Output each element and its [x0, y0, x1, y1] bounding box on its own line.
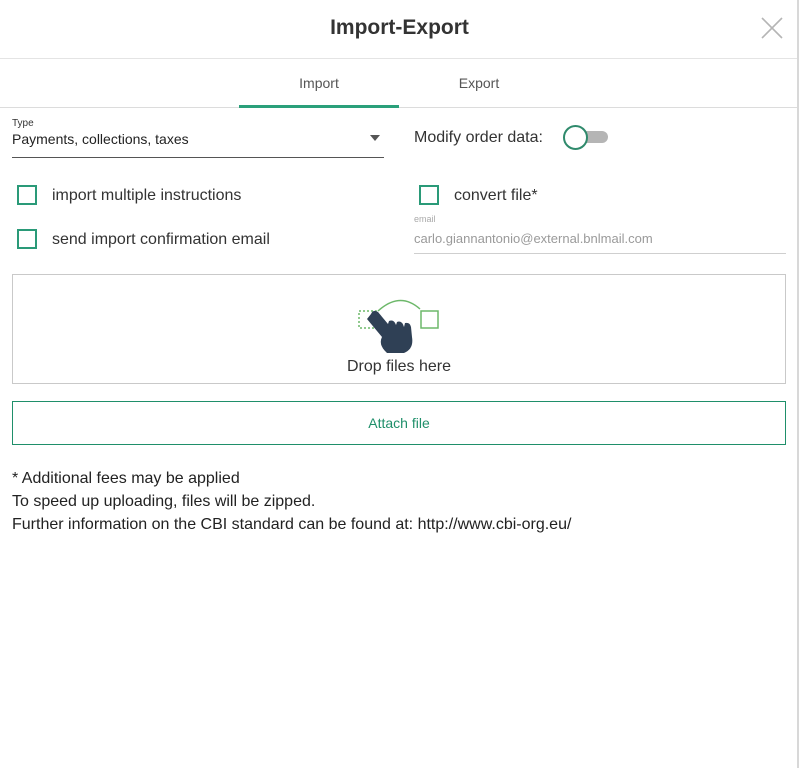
notes: * Additional fees may be applied To spee…	[12, 467, 571, 536]
tab-bar: Import Export	[0, 60, 799, 108]
convert-file-label: convert file*	[454, 187, 538, 204]
send-confirmation-checkbox[interactable]	[17, 229, 37, 249]
note-cbi: Further information on the CBI standard …	[12, 516, 572, 533]
tab-export[interactable]: Export	[399, 60, 559, 108]
chevron-down-icon	[370, 135, 380, 141]
dialog-title: Import-Export	[330, 16, 469, 39]
import-multiple-checkbox[interactable]	[17, 185, 37, 205]
import-multiple-checkbox-row[interactable]: import multiple instructions	[17, 185, 277, 207]
email-label: email	[414, 214, 436, 224]
note-zip: To speed up uploading, files will be zip…	[12, 493, 316, 510]
dialog-header: Import-Export	[0, 0, 799, 59]
email-field[interactable]: email carlo.giannantonio@external.bnlmai…	[414, 212, 786, 254]
type-value: Payments, collections, taxes	[12, 131, 189, 147]
dropzone-text: Drop files here	[346, 358, 452, 375]
attach-file-button[interactable]: Attach file	[12, 401, 786, 445]
file-dropzone[interactable]: Drop files here	[12, 274, 786, 384]
tab-import[interactable]: Import	[239, 60, 399, 108]
send-confirmation-checkbox-row[interactable]: send import confirmation email	[17, 229, 307, 251]
import-multiple-label: import multiple instructions	[52, 187, 242, 204]
type-label: Type	[12, 118, 34, 129]
note-fees: * Additional fees may be applied	[12, 470, 240, 487]
close-icon	[761, 17, 783, 39]
convert-file-checkbox-row[interactable]: convert file*	[419, 185, 579, 207]
convert-file-checkbox[interactable]	[419, 185, 439, 205]
modify-order-label: Modify order data:	[414, 129, 543, 146]
email-value: carlo.giannantonio@external.bnlmail.com	[414, 231, 653, 246]
drag-hand-icon	[358, 299, 439, 353]
modify-order-toggle[interactable]	[562, 124, 610, 152]
type-select[interactable]: Type Payments, collections, taxes	[12, 116, 384, 158]
import-export-dialog: Import-Export Import Export Type Payment…	[0, 0, 799, 768]
toggle-knob	[563, 125, 588, 150]
send-confirmation-label: send import confirmation email	[52, 231, 270, 248]
close-button[interactable]	[761, 17, 783, 39]
